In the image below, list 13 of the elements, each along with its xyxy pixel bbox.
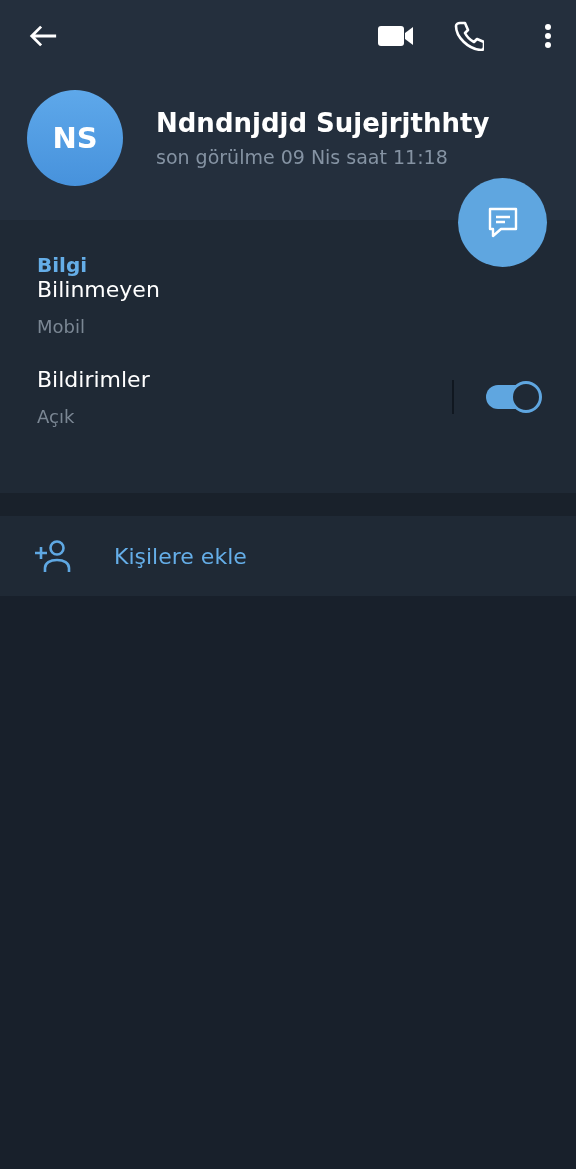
add-person-icon xyxy=(33,539,73,573)
info-label: Açık xyxy=(37,406,76,427)
phone-icon[interactable] xyxy=(454,21,484,51)
more-options-icon[interactable] xyxy=(544,23,552,49)
back-icon[interactable] xyxy=(28,23,58,49)
section-title: Bilgi xyxy=(37,253,88,277)
video-camera-icon[interactable] xyxy=(378,24,414,48)
last-seen-status: son görülme 09 Nis saat 11:18 xyxy=(156,146,449,168)
info-label: Mobil xyxy=(37,316,86,337)
info-value: Bildirimler xyxy=(37,367,151,392)
contact-name: Ndndnjdjd Sujejrjthhty xyxy=(156,108,490,138)
info-value: Bilinmeyen xyxy=(37,277,161,302)
add-to-contacts-item[interactable]: Kişilere ekle xyxy=(0,516,576,596)
